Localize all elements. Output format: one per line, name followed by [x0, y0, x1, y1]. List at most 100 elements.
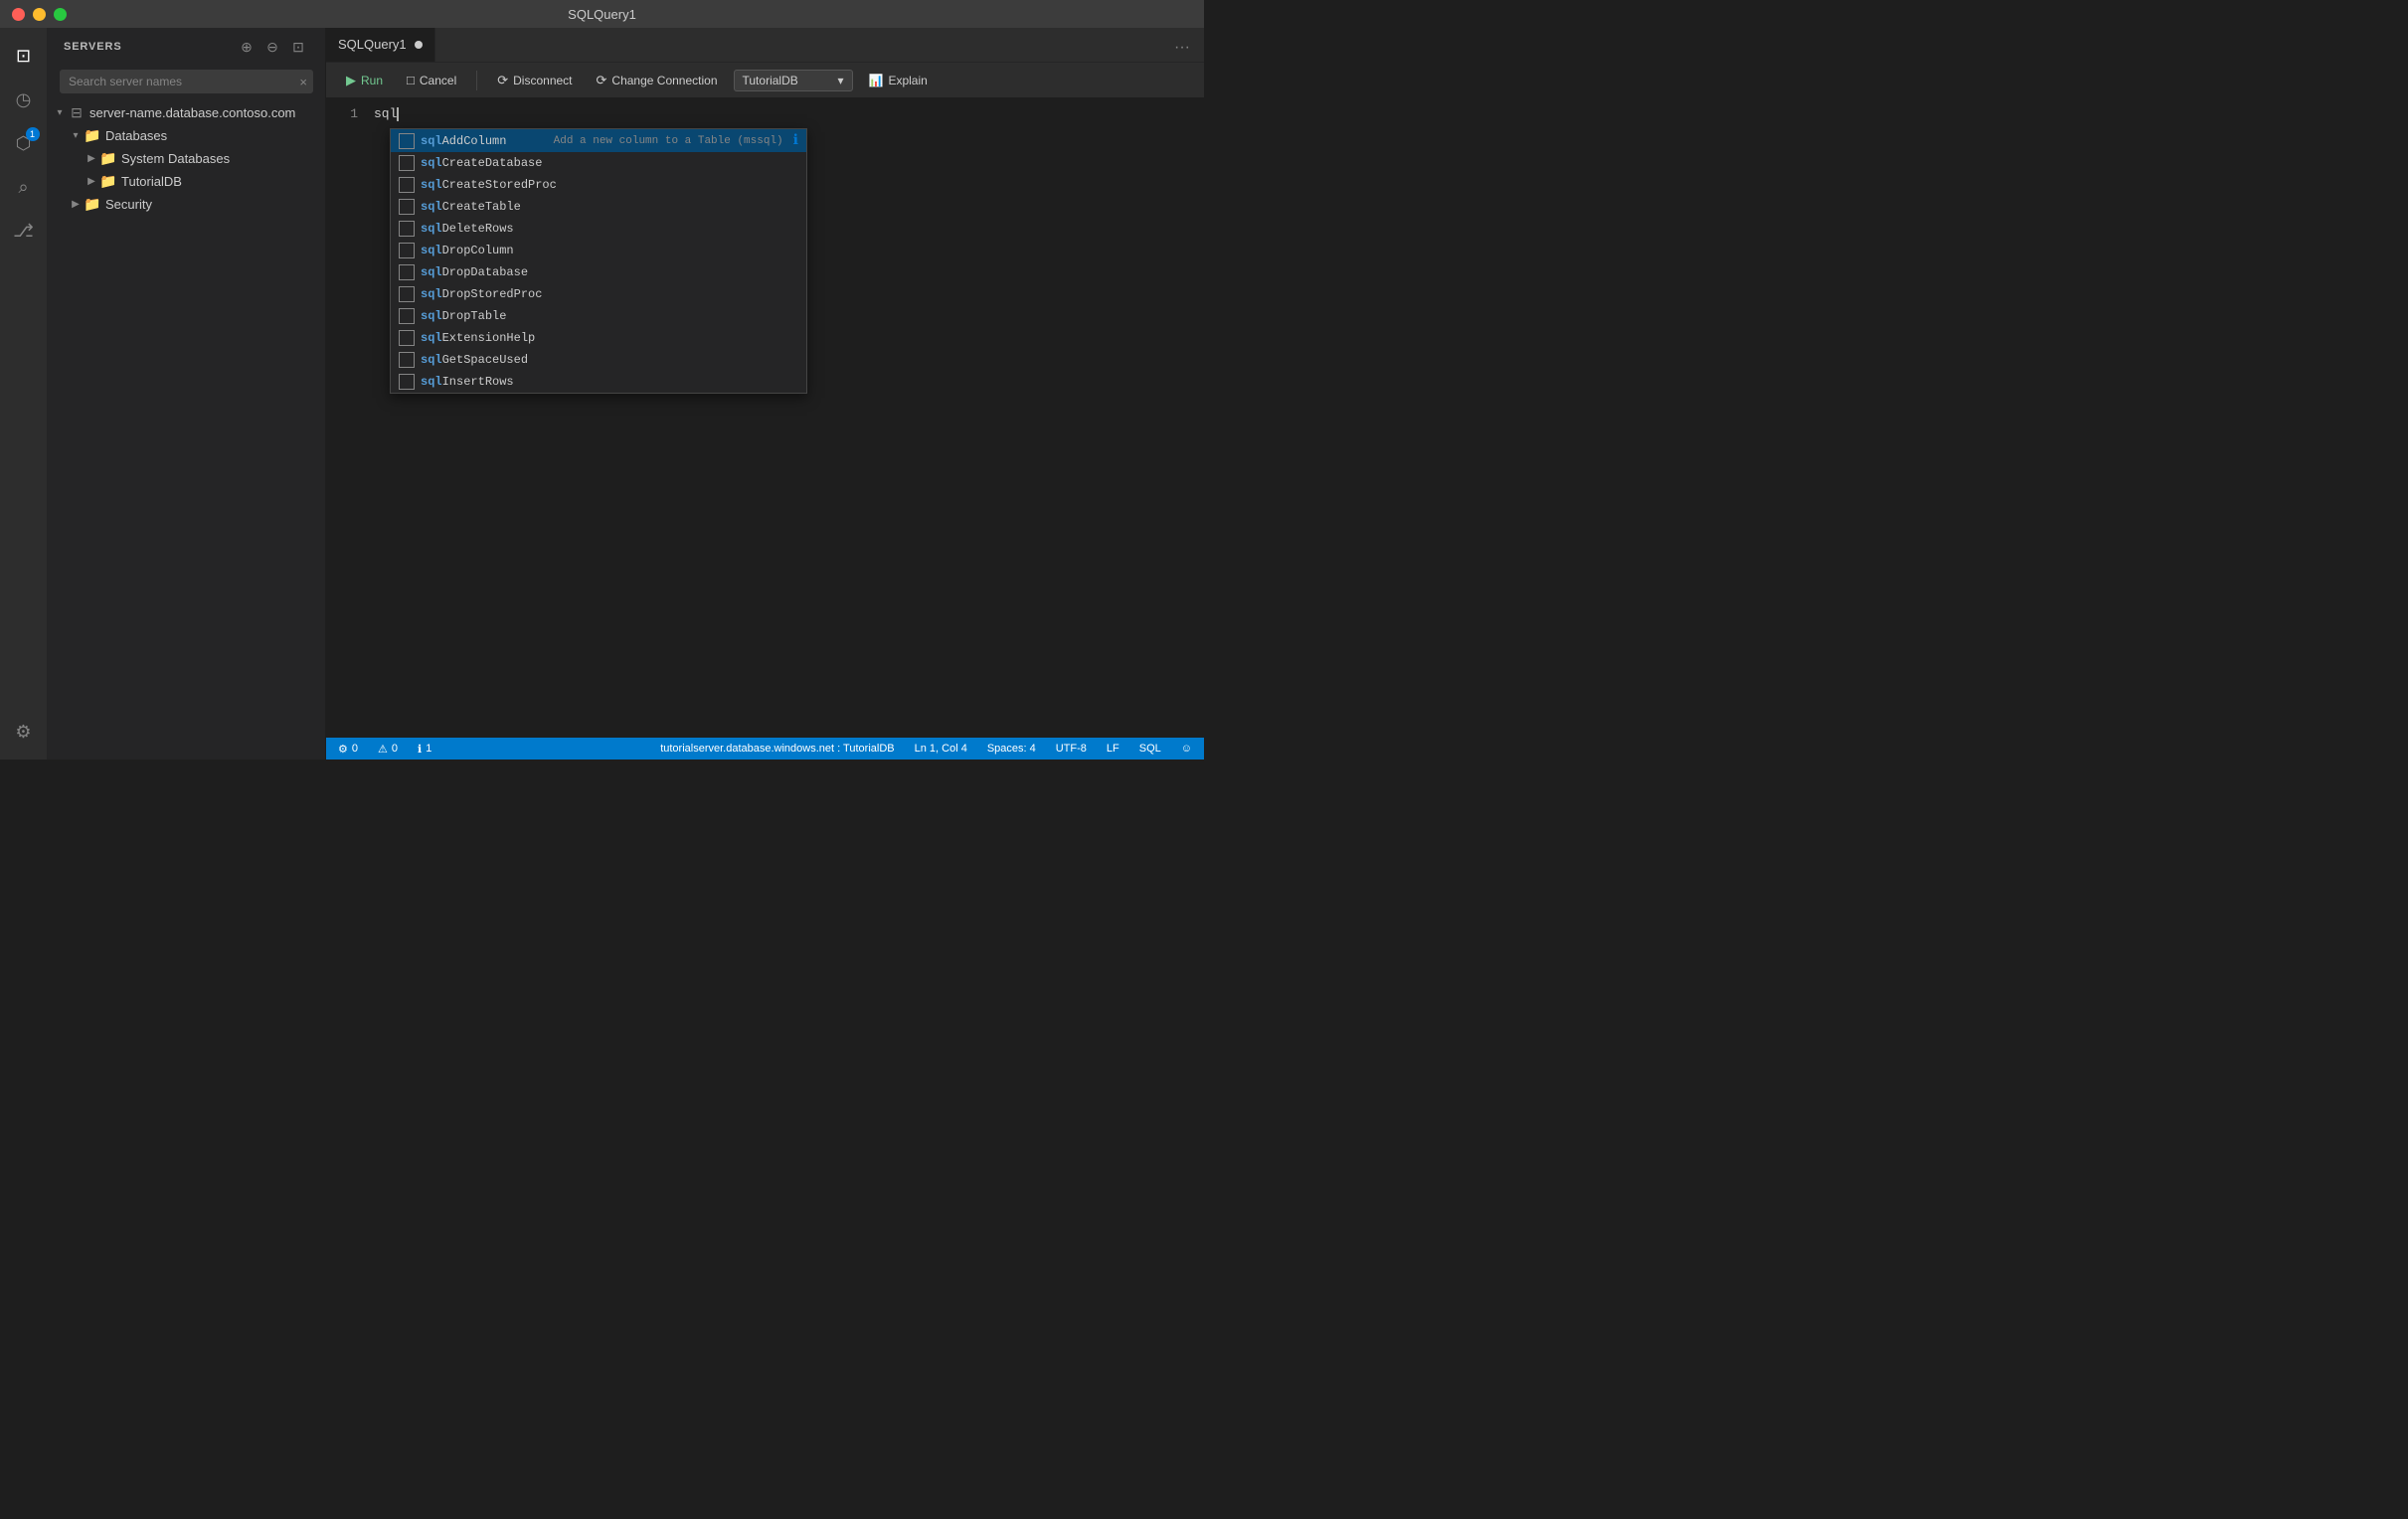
tree-item-security[interactable]: ▶ 📁 Security [48, 193, 325, 216]
autocomplete-label-2: sqlCreateStoredProc [421, 178, 798, 192]
server-arrow-icon: ▾ [52, 107, 68, 118]
autocomplete-item-10[interactable]: sqlGetSpaceUsed [391, 349, 806, 371]
indentation-info[interactable]: Spaces: 4 [983, 743, 1040, 755]
server-connection-info[interactable]: tutorialserver.database.windows.net : Tu… [656, 743, 898, 755]
tree-item-databases[interactable]: ▾ 📁 Databases [48, 124, 325, 147]
run-button[interactable]: ▶ Run [338, 70, 391, 91]
refresh-button[interactable]: ⊡ [287, 36, 309, 58]
language-text: SQL [1139, 743, 1161, 755]
security-arrow-icon: ▶ [68, 199, 84, 210]
connection-selector[interactable]: TutorialDB ▾ [734, 70, 853, 91]
cancel-icon: □ [407, 73, 415, 87]
autocomplete-label-0: sqlAddColumn [421, 134, 548, 148]
explain-button[interactable]: 📊 Explain [861, 71, 936, 90]
sidebar-item-servers[interactable]: ⊡ [4, 36, 44, 76]
sidebar-item-connections[interactable]: ⬡ 1 [4, 123, 44, 163]
tree-item-tutorialdb[interactable]: ▶ 📁 TutorialDB [48, 170, 325, 193]
snippet-icon-9 [399, 330, 415, 346]
warning-status[interactable]: ⚠ 0 [374, 743, 402, 756]
autocomplete-item-4[interactable]: sqlDeleteRows [391, 218, 806, 240]
text-cursor [397, 107, 399, 121]
toolbar-separator-1 [476, 71, 477, 90]
window-title: SQLQuery1 [568, 7, 636, 22]
connections-badge: 1 [26, 127, 40, 141]
editor[interactable]: 1 sql sqlAddColumn Add a new column to a… [326, 98, 1204, 738]
snippet-icon-0 [399, 133, 415, 149]
snippet-icon-5 [399, 243, 415, 258]
cursor-position[interactable]: Ln 1, Col 4 [911, 743, 971, 755]
maximize-button[interactable] [54, 8, 67, 21]
tab-sqlquery1[interactable]: SQLQuery1 [326, 28, 435, 62]
minimize-button[interactable] [33, 8, 46, 21]
snippet-icon-6 [399, 264, 415, 280]
autocomplete-desc-0: Add a new column to a Table (mssql) [554, 135, 783, 147]
feedback-button[interactable]: ☺ [1177, 743, 1196, 755]
add-icon: ⊕ [241, 39, 253, 56]
refresh-icon: ⊡ [292, 39, 304, 56]
search-activity-icon: ⌕ [18, 177, 28, 198]
sidebar: SERVERS ⊕ ⊖ ⊡ × ▾ ⊟ [48, 28, 326, 760]
spaces-text: Spaces: 4 [987, 743, 1036, 755]
autocomplete-item-7[interactable]: sqlDropStoredProc [391, 283, 806, 305]
server-label: server-name.database.contoso.com [89, 105, 295, 120]
snippet-icon-2 [399, 177, 415, 193]
search-input[interactable] [60, 70, 313, 93]
autocomplete-item-5[interactable]: sqlDropColumn [391, 240, 806, 261]
info-status[interactable]: ℹ 1 [414, 743, 435, 756]
tree-item-server[interactable]: ▾ ⊟ server-name.database.contoso.com [48, 101, 325, 124]
autocomplete-item-6[interactable]: sqlDropDatabase [391, 261, 806, 283]
system-dbs-label: System Databases [121, 151, 230, 166]
system-dbs-arrow-icon: ▶ [84, 153, 99, 164]
encoding-info[interactable]: UTF-8 [1052, 743, 1091, 755]
settings-button[interactable]: ⚙ [4, 712, 44, 752]
snippet-icon-11 [399, 374, 415, 390]
change-connection-button[interactable]: ⟳ Change Connection [589, 70, 726, 91]
sidebar-item-git[interactable]: ⎇ [4, 211, 44, 251]
clear-search-button[interactable]: × [299, 75, 307, 89]
autocomplete-item-2[interactable]: sqlCreateStoredProc [391, 174, 806, 196]
titlebar-buttons [12, 8, 67, 21]
language-mode[interactable]: SQL [1135, 743, 1165, 755]
line-content-1: sql [374, 106, 399, 121]
sidebar-title: SERVERS [64, 41, 122, 53]
tutorialdb-arrow-icon: ▶ [84, 176, 99, 187]
autocomplete-item-3[interactable]: sqlCreateTable [391, 196, 806, 218]
sidebar-item-search[interactable]: ⌕ [4, 167, 44, 207]
tree-item-system-databases[interactable]: ▶ 📁 System Databases [48, 147, 325, 170]
sidebar-item-history[interactable]: ◷ [4, 80, 44, 119]
autocomplete-label-11: sqlInsertRows [421, 375, 798, 389]
autocomplete-item-8[interactable]: sqlDropTable [391, 305, 806, 327]
close-button[interactable] [12, 8, 25, 21]
line-col-text: Ln 1, Col 4 [915, 743, 967, 755]
autocomplete-item-1[interactable]: sqlCreateDatabase [391, 152, 806, 174]
run-label: Run [361, 74, 383, 87]
autocomplete-label-7: sqlDropStoredProc [421, 287, 798, 301]
tab-bar: SQLQuery1 ··· [326, 28, 1204, 63]
autocomplete-label-8: sqlDropTable [421, 309, 798, 323]
titlebar: SQLQuery1 [0, 0, 1204, 28]
system-dbs-folder-icon: 📁 [99, 150, 117, 167]
dropdown-chevron-icon: ▾ [837, 74, 843, 87]
error-status[interactable]: ⚙ 0 [334, 743, 362, 756]
disconnect-icon: ⟳ [497, 73, 508, 88]
encoding-text: UTF-8 [1056, 743, 1087, 755]
statusbar: ⚙ 0 ⚠ 0 ℹ 1 tutorialserver.database.wind… [326, 738, 1204, 760]
cancel-button[interactable]: □ Cancel [399, 70, 464, 90]
statusbar-left: ⚙ 0 ⚠ 0 ℹ 1 [334, 743, 435, 756]
autocomplete-label-3: sqlCreateTable [421, 200, 798, 214]
snippet-icon-3 [399, 199, 415, 215]
collapse-button[interactable]: ⊖ [261, 36, 283, 58]
autocomplete-item-9[interactable]: sqlExtensionHelp [391, 327, 806, 349]
new-connection-button[interactable]: ⊕ [236, 36, 258, 58]
line-ending-text: LF [1107, 743, 1119, 755]
cancel-label: Cancel [420, 74, 456, 87]
snippet-icon-10 [399, 352, 415, 368]
autocomplete-item-0[interactable]: sqlAddColumn Add a new column to a Table… [391, 129, 806, 152]
editor-area: SQLQuery1 ··· ▶ Run □ Cancel ⟳ Disconnec… [326, 28, 1204, 760]
autocomplete-label-1: sqlCreateDatabase [421, 156, 798, 170]
disconnect-button[interactable]: ⟳ Disconnect [489, 70, 580, 91]
more-tabs-button[interactable]: ··· [1168, 34, 1196, 62]
autocomplete-item-11[interactable]: sqlInsertRows [391, 371, 806, 393]
snippet-icon-7 [399, 286, 415, 302]
line-ending-info[interactable]: LF [1103, 743, 1123, 755]
